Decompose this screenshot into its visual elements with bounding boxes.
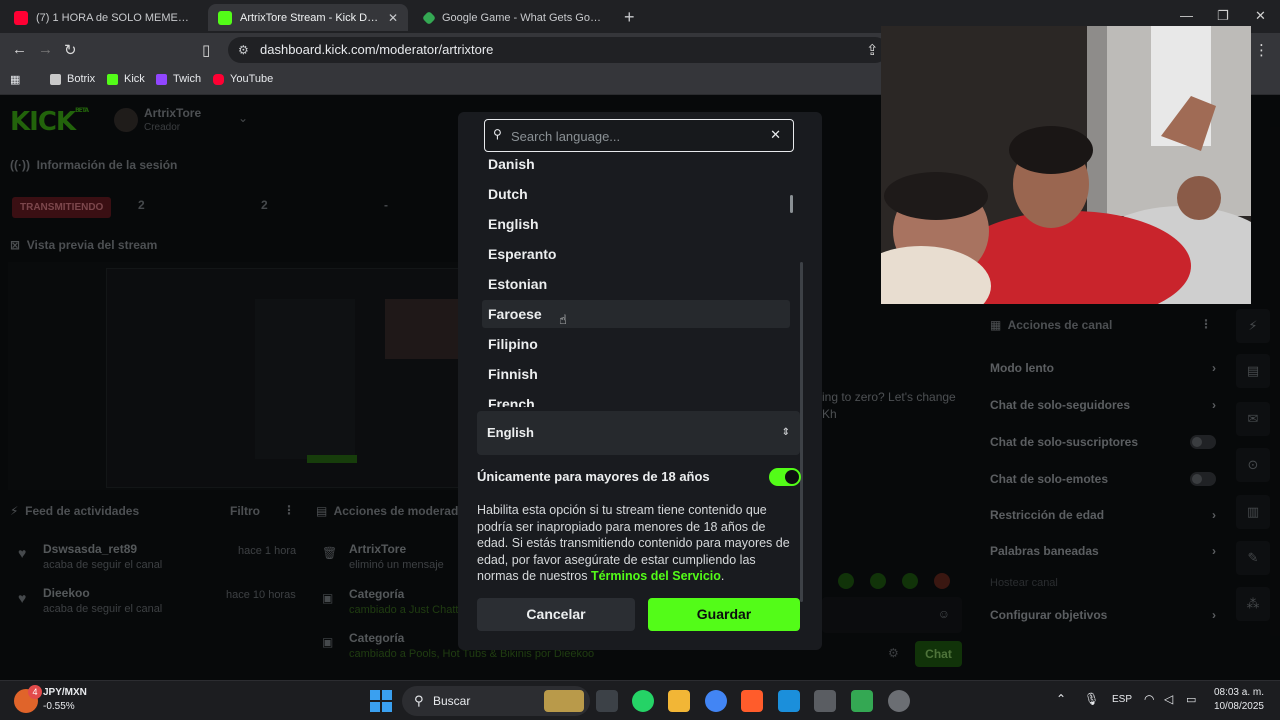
language-option[interactable]: Esperanto [482, 242, 790, 270]
language-option[interactable]: Finnish [482, 362, 790, 390]
google-game-icon [421, 10, 437, 25]
language-indicator[interactable]: ESP [1112, 694, 1132, 705]
menu-icon[interactable]: ⋮ [1254, 41, 1269, 59]
terms-of-service-link[interactable]: Términos del Servicio [591, 569, 721, 583]
youtube-icon [213, 73, 224, 85]
weather-widget-icon[interactable]: 4 [14, 685, 42, 713]
url-text: dashboard.kick.com/moderator/artrixtore [260, 42, 494, 57]
youtube-icon [14, 10, 28, 25]
ticker-label: JPY/MXN [43, 687, 87, 698]
tab-title: Google Game - What Gets Googled [442, 11, 604, 24]
kick-icon [218, 10, 232, 25]
site-info-icon[interactable]: ⚙ [238, 37, 249, 63]
whatsapp-icon[interactable] [632, 690, 654, 712]
bookmark-kick[interactable]: Kick [107, 73, 145, 85]
forward-icon[interactable]: → [38, 41, 53, 58]
clock-date: 10/08/2025 [1213, 701, 1264, 712]
selected-language: English [487, 425, 534, 440]
language-option[interactable]: Estonian [482, 272, 790, 300]
taskbar-search[interactable]: ⚲ Buscar [402, 686, 590, 716]
file-explorer-icon[interactable] [668, 690, 690, 712]
vscode-icon[interactable] [778, 690, 800, 712]
botrix-icon [50, 73, 61, 85]
reload-icon[interactable]: ↻ [64, 41, 77, 59]
adult-content-toggle[interactable] [769, 468, 801, 486]
battery-icon[interactable]: ▭ [1186, 693, 1196, 706]
language-list: Danish Dutch English Esperanto Estonian … [482, 152, 794, 407]
bookmark-youtube[interactable]: YouTube [213, 73, 273, 85]
search-highlight-icon [544, 690, 584, 712]
modal-scrollbar[interactable] [800, 262, 803, 602]
search-icon: ⚲ [414, 693, 424, 708]
cancel-button[interactable]: Cancelar [477, 598, 635, 631]
windows-taskbar: 4 JPY/MXN -0.55% ⚲ Buscar ⌃ 🎙 ESP ◠ ◁ ▭ … [0, 680, 1280, 720]
language-select[interactable]: English ⇕ [477, 411, 800, 455]
volume-icon[interactable]: ◁ [1164, 692, 1173, 706]
minimize-icon[interactable]: — [1180, 8, 1193, 23]
url-field[interactable]: ⚙ dashboard.kick.com/moderator/artrixtor… [228, 37, 888, 63]
kick-icon [107, 73, 118, 85]
language-option[interactable]: Dutch [482, 182, 790, 210]
steam-icon[interactable] [888, 690, 910, 712]
language-option-hovered[interactable]: Faroese [482, 300, 790, 328]
tab-youtube[interactable]: (7) 1 HORA de SOLO MEMES #4 - Yo [4, 4, 204, 31]
language-option[interactable]: Danish [482, 152, 790, 180]
task-view-icon[interactable] [596, 690, 618, 712]
language-option[interactable]: English [482, 212, 790, 240]
bookmark-botrix[interactable]: Botrix [50, 73, 95, 85]
share-icon[interactable]: ⇪ [866, 41, 879, 59]
bookmark-label: Botrix [67, 73, 96, 85]
bookmark-twich[interactable]: Twich [156, 73, 201, 85]
bookmark-label: Kick [124, 73, 145, 85]
adult-content-label: Únicamente para mayores de 18 años [477, 469, 710, 484]
clock-time: 08:03 a. m. [1213, 687, 1264, 698]
twitch-icon [156, 73, 167, 85]
notification-badge: 4 [28, 685, 42, 699]
updown-chevron-icon: ⇕ [781, 427, 790, 438]
webcam-image [881, 26, 1251, 304]
mouse-cursor-icon: ☝ [559, 312, 567, 327]
microphone-icon[interactable]: 🎙 [1084, 692, 1099, 706]
brave-icon[interactable] [741, 690, 763, 712]
language-option[interactable]: French [482, 392, 790, 407]
maximize-icon[interactable]: ❐ [1217, 8, 1229, 24]
search-input[interactable] [511, 126, 761, 146]
tab-title: (7) 1 HORA de SOLO MEMES #4 - Yo [36, 11, 194, 24]
app-icon[interactable] [814, 690, 836, 712]
bookmark-label: YouTube [230, 73, 274, 85]
description-end: . [720, 569, 725, 584]
search-label: Buscar [433, 694, 471, 708]
language-search[interactable]: ⚲ ✕ [484, 119, 794, 152]
windows-start-icon[interactable] [370, 690, 392, 712]
search-icon: ⚲ [493, 127, 502, 141]
language-list-scrollbar[interactable] [790, 195, 793, 213]
google-drive-icon[interactable] [851, 690, 873, 712]
clock[interactable]: 08:03 a. m. 10/08/2025 [1212, 687, 1264, 712]
ticker-change: -0.55% [43, 701, 75, 712]
back-icon[interactable]: ← [12, 41, 27, 58]
chevron-up-icon[interactable]: ⌃ [1056, 692, 1066, 706]
clear-icon[interactable]: ✕ [770, 127, 781, 143]
tab-google-game[interactable]: Google Game - What Gets Googled [414, 4, 614, 31]
chrome-icon[interactable] [705, 690, 727, 712]
adult-content-description: Habilita esta opción si tu stream tiene … [477, 502, 797, 585]
new-tab-icon[interactable]: + [624, 7, 635, 28]
close-window-icon[interactable]: ✕ [1255, 8, 1266, 24]
wifi-icon[interactable]: ◠ [1144, 692, 1154, 706]
apps-icon[interactable]: ▦ [10, 73, 20, 86]
webcam-overlay [881, 26, 1251, 304]
language-option[interactable]: Filipino [482, 332, 790, 360]
bookmark-label: Twich [173, 73, 202, 85]
save-button[interactable]: Guardar [648, 598, 800, 631]
bookmark-icon[interactable]: ▯ [202, 41, 210, 59]
tab-kick-dashboard[interactable]: ArtrixTore Stream - Kick Dash ✕ [208, 4, 408, 31]
close-tab-icon[interactable]: ✕ [388, 11, 398, 25]
tab-title: ArtrixTore Stream - Kick Dash [240, 11, 382, 24]
